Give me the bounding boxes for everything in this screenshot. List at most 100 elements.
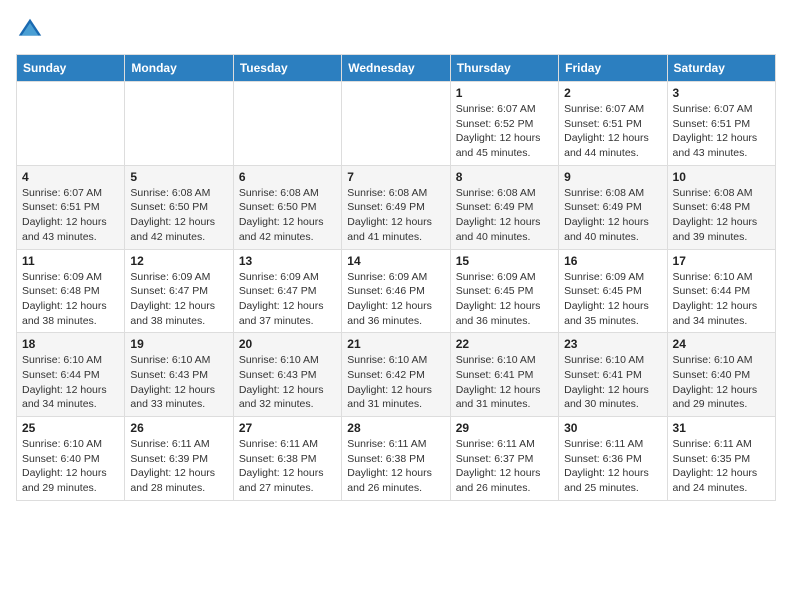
day-info: Sunrise: 6:11 AM Sunset: 6:39 PM Dayligh… (130, 437, 227, 496)
calendar-body: 1 Sunrise: 6:07 AM Sunset: 6:52 PM Daylig… (17, 82, 776, 501)
weekday-header-thursday: Thursday (450, 55, 558, 82)
calendar-cell: 18Sunrise: 6:10 AM Sunset: 6:44 PM Dayli… (17, 333, 125, 417)
calendar-cell: 8 Sunrise: 6:08 AM Sunset: 6:49 PM Daylig… (450, 165, 558, 249)
calendar-cell: 19 Sunrise: 6:10 AM Sunset: 6:43 PM Dayli… (125, 333, 233, 417)
day-number: 15 (456, 254, 553, 268)
day-number: 20 (239, 337, 336, 351)
calendar-cell: 3 Sunrise: 6:07 AM Sunset: 6:51 PM Daylig… (667, 82, 775, 166)
calendar-cell: 28 Sunrise: 6:11 AM Sunset: 6:38 PM Dayli… (342, 417, 450, 501)
calendar: SundayMondayTuesdayWednesdayThursdayFrid… (16, 54, 776, 501)
day-info: Sunrise: 6:08 AM Sunset: 6:50 PM Dayligh… (239, 186, 336, 245)
day-info: Sunrise: 6:08 AM Sunset: 6:48 PM Dayligh… (673, 186, 770, 245)
day-number: 27 (239, 421, 336, 435)
day-number: 29 (456, 421, 553, 435)
calendar-week-1: 1 Sunrise: 6:07 AM Sunset: 6:52 PM Daylig… (17, 82, 776, 166)
calendar-week-2: 4Sunrise: 6:07 AM Sunset: 6:51 PM Daylig… (17, 165, 776, 249)
day-info: Sunrise: 6:09 AM Sunset: 6:45 PM Dayligh… (564, 270, 661, 329)
page-header (16, 16, 776, 44)
calendar-cell (17, 82, 125, 166)
day-info: Sunrise: 6:10 AM Sunset: 6:42 PM Dayligh… (347, 353, 444, 412)
day-number: 30 (564, 421, 661, 435)
calendar-cell: 9 Sunrise: 6:08 AM Sunset: 6:49 PM Daylig… (559, 165, 667, 249)
day-info: Sunrise: 6:07 AM Sunset: 6:51 PM Dayligh… (673, 102, 770, 161)
weekday-header-tuesday: Tuesday (233, 55, 341, 82)
logo-icon (16, 16, 44, 44)
day-number: 13 (239, 254, 336, 268)
day-number: 17 (673, 254, 770, 268)
day-number: 7 (347, 170, 444, 184)
calendar-cell (125, 82, 233, 166)
day-info: Sunrise: 6:11 AM Sunset: 6:35 PM Dayligh… (673, 437, 770, 496)
weekday-header-saturday: Saturday (667, 55, 775, 82)
calendar-week-3: 11Sunrise: 6:09 AM Sunset: 6:48 PM Dayli… (17, 249, 776, 333)
weekday-header-wednesday: Wednesday (342, 55, 450, 82)
day-info: Sunrise: 6:07 AM Sunset: 6:51 PM Dayligh… (564, 102, 661, 161)
day-number: 5 (130, 170, 227, 184)
day-number: 21 (347, 337, 444, 351)
day-number: 2 (564, 86, 661, 100)
calendar-cell: 30 Sunrise: 6:11 AM Sunset: 6:36 PM Dayli… (559, 417, 667, 501)
day-number: 12 (130, 254, 227, 268)
calendar-header-row: SundayMondayTuesdayWednesdayThursdayFrid… (17, 55, 776, 82)
calendar-cell (342, 82, 450, 166)
calendar-cell: 29Sunrise: 6:11 AM Sunset: 6:37 PM Dayli… (450, 417, 558, 501)
day-number: 9 (564, 170, 661, 184)
day-info: Sunrise: 6:10 AM Sunset: 6:40 PM Dayligh… (673, 353, 770, 412)
day-info: Sunrise: 6:10 AM Sunset: 6:44 PM Dayligh… (673, 270, 770, 329)
calendar-cell: 26 Sunrise: 6:11 AM Sunset: 6:39 PM Dayli… (125, 417, 233, 501)
day-number: 14 (347, 254, 444, 268)
calendar-cell: 6 Sunrise: 6:08 AM Sunset: 6:50 PM Daylig… (233, 165, 341, 249)
day-number: 8 (456, 170, 553, 184)
day-info: Sunrise: 6:08 AM Sunset: 6:50 PM Dayligh… (130, 186, 227, 245)
day-info: Sunrise: 6:09 AM Sunset: 6:46 PM Dayligh… (347, 270, 444, 329)
day-number: 28 (347, 421, 444, 435)
calendar-cell: 11Sunrise: 6:09 AM Sunset: 6:48 PM Dayli… (17, 249, 125, 333)
day-info: Sunrise: 6:10 AM Sunset: 6:43 PM Dayligh… (239, 353, 336, 412)
day-info: Sunrise: 6:08 AM Sunset: 6:49 PM Dayligh… (564, 186, 661, 245)
day-number: 11 (22, 254, 119, 268)
day-info: Sunrise: 6:08 AM Sunset: 6:49 PM Dayligh… (347, 186, 444, 245)
calendar-cell: 4Sunrise: 6:07 AM Sunset: 6:51 PM Daylig… (17, 165, 125, 249)
weekday-header-monday: Monday (125, 55, 233, 82)
day-info: Sunrise: 6:11 AM Sunset: 6:38 PM Dayligh… (239, 437, 336, 496)
calendar-cell: 23 Sunrise: 6:10 AM Sunset: 6:41 PM Dayli… (559, 333, 667, 417)
day-info: Sunrise: 6:10 AM Sunset: 6:41 PM Dayligh… (564, 353, 661, 412)
weekday-header-sunday: Sunday (17, 55, 125, 82)
day-number: 19 (130, 337, 227, 351)
calendar-cell: 24 Sunrise: 6:10 AM Sunset: 6:40 PM Dayli… (667, 333, 775, 417)
day-number: 31 (673, 421, 770, 435)
weekday-header-friday: Friday (559, 55, 667, 82)
day-number: 23 (564, 337, 661, 351)
day-info: Sunrise: 6:11 AM Sunset: 6:38 PM Dayligh… (347, 437, 444, 496)
calendar-cell: 27 Sunrise: 6:11 AM Sunset: 6:38 PM Dayli… (233, 417, 341, 501)
day-number: 25 (22, 421, 119, 435)
calendar-cell: 22 Sunrise: 6:10 AM Sunset: 6:41 PM Dayli… (450, 333, 558, 417)
calendar-cell: 17 Sunrise: 6:10 AM Sunset: 6:44 PM Dayli… (667, 249, 775, 333)
calendar-cell: 25 Sunrise: 6:10 AM Sunset: 6:40 PM Dayli… (17, 417, 125, 501)
day-info: Sunrise: 6:10 AM Sunset: 6:40 PM Dayligh… (22, 437, 119, 496)
day-number: 22 (456, 337, 553, 351)
day-number: 1 (456, 86, 553, 100)
day-number: 4 (22, 170, 119, 184)
day-number: 6 (239, 170, 336, 184)
calendar-cell: 13Sunrise: 6:09 AM Sunset: 6:47 PM Dayli… (233, 249, 341, 333)
calendar-cell: 31 Sunrise: 6:11 AM Sunset: 6:35 PM Dayli… (667, 417, 775, 501)
calendar-cell: 7 Sunrise: 6:08 AM Sunset: 6:49 PM Daylig… (342, 165, 450, 249)
calendar-cell: 5 Sunrise: 6:08 AM Sunset: 6:50 PM Daylig… (125, 165, 233, 249)
calendar-cell: 1 Sunrise: 6:07 AM Sunset: 6:52 PM Daylig… (450, 82, 558, 166)
calendar-cell (233, 82, 341, 166)
calendar-cell: 2 Sunrise: 6:07 AM Sunset: 6:51 PM Daylig… (559, 82, 667, 166)
day-info: Sunrise: 6:10 AM Sunset: 6:41 PM Dayligh… (456, 353, 553, 412)
day-number: 26 (130, 421, 227, 435)
day-info: Sunrise: 6:11 AM Sunset: 6:36 PM Dayligh… (564, 437, 661, 496)
day-number: 3 (673, 86, 770, 100)
day-number: 24 (673, 337, 770, 351)
calendar-cell: 12Sunrise: 6:09 AM Sunset: 6:47 PM Dayli… (125, 249, 233, 333)
calendar-week-4: 18Sunrise: 6:10 AM Sunset: 6:44 PM Dayli… (17, 333, 776, 417)
calendar-cell: 21 Sunrise: 6:10 AM Sunset: 6:42 PM Dayli… (342, 333, 450, 417)
day-info: Sunrise: 6:08 AM Sunset: 6:49 PM Dayligh… (456, 186, 553, 245)
calendar-cell: 15Sunrise: 6:09 AM Sunset: 6:45 PM Dayli… (450, 249, 558, 333)
day-info: Sunrise: 6:07 AM Sunset: 6:52 PM Dayligh… (456, 102, 553, 161)
day-number: 18 (22, 337, 119, 351)
day-info: Sunrise: 6:10 AM Sunset: 6:43 PM Dayligh… (130, 353, 227, 412)
